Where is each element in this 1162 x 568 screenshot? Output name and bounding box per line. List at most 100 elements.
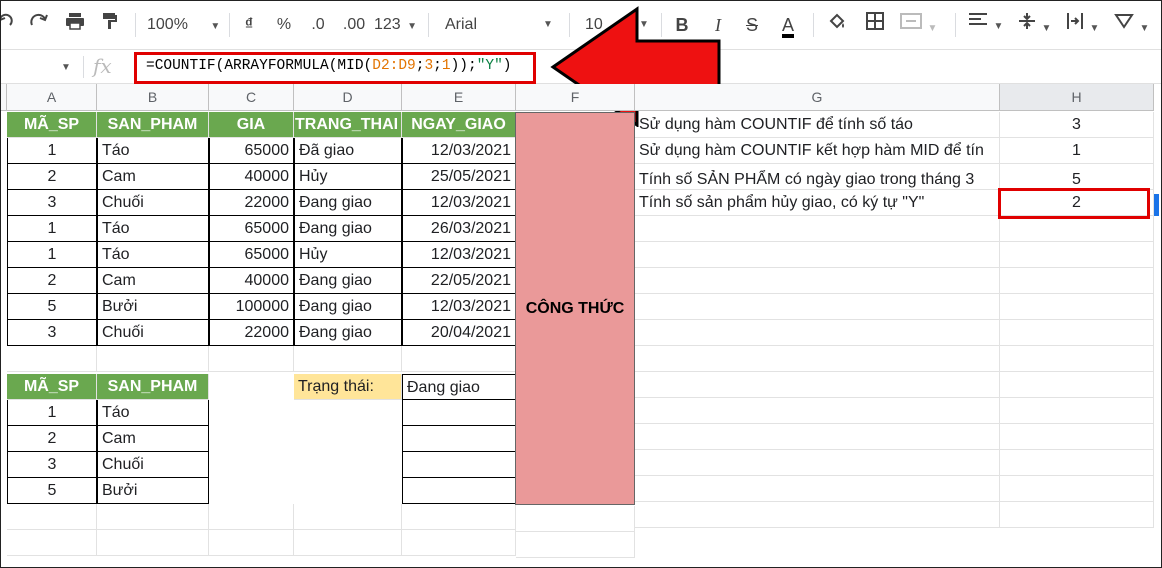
result-description[interactable]: Tính số SẢN PHẨM có ngày giao trong thán… — [635, 164, 1000, 190]
empty-cell[interactable] — [209, 530, 294, 556]
text-color-icon[interactable]: A — [775, 11, 801, 39]
column-header-b[interactable]: B — [97, 84, 209, 111]
table1-cell[interactable]: 12/03/2021 — [402, 138, 516, 164]
fill-color-icon[interactable] — [825, 11, 849, 39]
table1-cell[interactable]: 1 — [7, 242, 97, 268]
empty-cell[interactable] — [635, 476, 1000, 502]
formula-input[interactable]: =COUNTIF(ARRAYFORMULA(MID(D2:D9;3;1));"Y… — [134, 52, 536, 84]
empty-cell[interactable] — [635, 398, 1000, 424]
percent-format-button[interactable]: % — [273, 11, 295, 39]
table1-header[interactable]: SAN_PHAM — [97, 112, 209, 138]
table1-cell[interactable]: 1 — [7, 138, 97, 164]
empty-cell[interactable] — [402, 426, 516, 452]
column-header-c[interactable]: C — [209, 84, 294, 111]
table2-cell[interactable]: 1 — [7, 400, 97, 426]
table2-cell[interactable]: 5 — [7, 478, 97, 504]
text-wrapping-icon[interactable]: ▼ — [1065, 11, 1105, 39]
column-header-h[interactable]: H — [1000, 84, 1154, 111]
empty-cell[interactable] — [635, 424, 1000, 450]
table1-cell[interactable]: Cam — [97, 164, 209, 190]
empty-cell[interactable] — [1000, 268, 1154, 294]
empty-cell[interactable] — [1000, 424, 1154, 450]
table1-cell[interactable]: 3 — [7, 190, 97, 216]
horizontal-align-icon[interactable]: ▼ — [967, 11, 1007, 39]
table1-cell[interactable]: 65000 — [209, 216, 294, 242]
table1-cell[interactable]: 65000 — [209, 138, 294, 164]
table1-cell[interactable]: Đang giao — [294, 216, 402, 242]
empty-cell[interactable] — [97, 346, 209, 372]
table1-cell[interactable]: 12/03/2021 — [402, 294, 516, 320]
status-value[interactable]: Đang giao — [402, 374, 516, 400]
table1-cell[interactable]: 26/03/2021 — [402, 216, 516, 242]
table1-cell[interactable]: Cam — [97, 268, 209, 294]
column-header-g[interactable]: G — [635, 84, 1000, 111]
table1-cell[interactable]: 40000 — [209, 164, 294, 190]
table1-cell[interactable]: 3 — [7, 320, 97, 346]
table1-cell[interactable]: Táo — [97, 216, 209, 242]
table1-cell[interactable]: Đã giao — [294, 138, 402, 164]
empty-cell[interactable] — [635, 242, 1000, 268]
result-description[interactable]: Tính số sản phẩm hủy giao, có ký tự "Y" — [635, 190, 1000, 216]
table1-cell[interactable]: Chuối — [97, 190, 209, 216]
undo-icon[interactable] — [1, 11, 17, 39]
table1-header[interactable]: TRANG_THAI — [294, 112, 402, 138]
empty-cell[interactable] — [209, 504, 294, 530]
table2-cell[interactable]: Táo — [97, 400, 209, 426]
empty-cell[interactable] — [1000, 294, 1154, 320]
table1-cell[interactable]: Chuối — [97, 320, 209, 346]
table1-cell[interactable]: 2 — [7, 164, 97, 190]
table1-cell[interactable]: Đang giao — [294, 320, 402, 346]
empty-cell[interactable] — [1000, 320, 1154, 346]
number-format-select[interactable]: 123 ▼ — [374, 11, 420, 39]
table1-cell[interactable]: Hủy — [294, 164, 402, 190]
result-value[interactable]: 5 — [1000, 164, 1154, 190]
empty-cell[interactable] — [635, 372, 1000, 398]
empty-cell[interactable] — [294, 504, 402, 530]
empty-cell[interactable] — [1000, 398, 1154, 424]
table1-cell[interactable]: 65000 — [209, 242, 294, 268]
strikethrough-icon[interactable]: S — [741, 11, 763, 39]
empty-cell[interactable] — [516, 506, 635, 532]
empty-cell[interactable] — [97, 504, 209, 530]
empty-cell[interactable] — [209, 346, 294, 372]
currency-format-button[interactable]: ₫ — [239, 11, 259, 39]
empty-cell[interactable] — [635, 268, 1000, 294]
table2-header[interactable]: SAN_PHAM — [97, 374, 209, 400]
empty-cell[interactable] — [402, 504, 516, 530]
empty-cell[interactable] — [1000, 450, 1154, 476]
redo-icon[interactable] — [27, 11, 51, 39]
table1-cell[interactable]: 2 — [7, 268, 97, 294]
table1-cell[interactable]: 100000 — [209, 294, 294, 320]
table1-cell[interactable]: Táo — [97, 138, 209, 164]
print-icon[interactable] — [63, 11, 87, 39]
paint-format-icon[interactable] — [98, 11, 122, 39]
empty-cell[interactable] — [1000, 476, 1154, 502]
table1-cell[interactable]: 22000 — [209, 190, 294, 216]
empty-cell[interactable] — [635, 216, 1000, 242]
empty-cell[interactable] — [97, 530, 209, 556]
empty-cell[interactable] — [294, 530, 402, 556]
selection-handle[interactable] — [1154, 194, 1159, 216]
result-value[interactable]: 3 — [1000, 112, 1154, 138]
table1-cell[interactable]: Đang giao — [294, 190, 402, 216]
empty-cell[interactable] — [7, 504, 97, 530]
empty-cell[interactable] — [635, 450, 1000, 476]
empty-cell[interactable] — [402, 452, 516, 478]
table1-cell[interactable]: 25/05/2021 — [402, 164, 516, 190]
empty-cell[interactable] — [402, 478, 516, 504]
table1-cell[interactable]: 40000 — [209, 268, 294, 294]
table1-cell[interactable]: Bưởi — [97, 294, 209, 320]
table1-cell[interactable]: Táo — [97, 242, 209, 268]
empty-cell[interactable] — [635, 502, 1000, 528]
status-label[interactable]: Trạng thái: — [294, 374, 402, 400]
empty-cell[interactable] — [1000, 216, 1154, 242]
result-value[interactable]: 1 — [1000, 138, 1154, 164]
empty-cell[interactable] — [402, 346, 516, 372]
table2-cell[interactable]: 3 — [7, 452, 97, 478]
empty-cell[interactable] — [635, 346, 1000, 372]
table1-cell[interactable]: 22/05/2021 — [402, 268, 516, 294]
table2-header[interactable]: MÃ_SP — [7, 374, 97, 400]
table2-cell[interactable]: Chuối — [97, 452, 209, 478]
table1-cell[interactable]: 12/03/2021 — [402, 242, 516, 268]
formula-column-cell[interactable]: CÔNG THỨC — [515, 112, 635, 505]
